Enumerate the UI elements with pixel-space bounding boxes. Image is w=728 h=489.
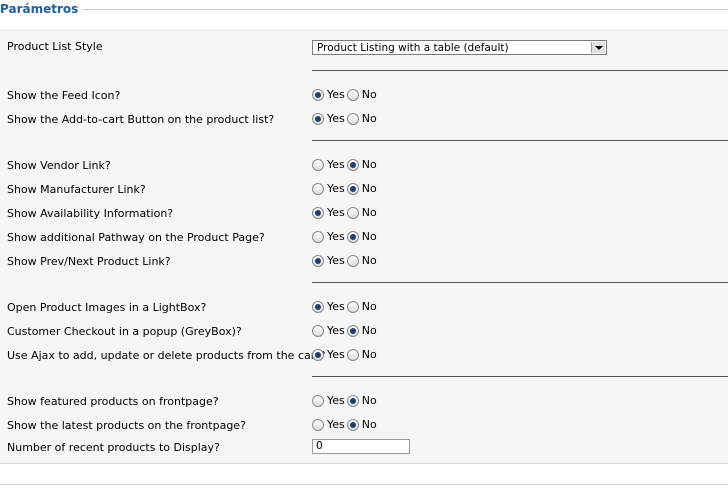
radio-yes[interactable]: [312, 206, 324, 219]
radio-no-label: No: [361, 112, 377, 125]
radio-no[interactable]: [346, 158, 359, 171]
option-label: Customer Checkout in a popup (GreyBox)?: [7, 325, 242, 338]
option-label: Show Manufacturer Link?: [7, 183, 146, 196]
radio-yes[interactable]: [312, 324, 324, 337]
fieldset-legend: Parámetros: [0, 2, 83, 16]
product-list-style-label: Product List Style: [7, 40, 103, 53]
radio-yes[interactable]: [312, 182, 324, 195]
radio-yes[interactable]: [312, 230, 324, 243]
option-row: Show featured products on frontpage? Yes N…: [0, 391, 728, 413]
yes-no-radio-group: Yes No: [312, 88, 379, 101]
yes-no-radio-group: Yes No: [312, 182, 379, 195]
radio-yes[interactable]: [312, 348, 324, 361]
radio-no-label: No: [361, 394, 377, 407]
radio-yes-label: Yes: [327, 300, 345, 313]
radio-no-label: No: [361, 158, 377, 171]
radio-no-label: No: [361, 418, 377, 431]
chevron-down-icon[interactable]: [591, 42, 605, 53]
yes-no-radio-group: Yes No: [312, 324, 379, 337]
radio-no[interactable]: [346, 418, 359, 431]
radio-yes-label: Yes: [327, 112, 345, 125]
radio-yes-label: Yes: [327, 230, 345, 243]
radio-no[interactable]: [346, 88, 359, 101]
section-separator: [312, 140, 728, 141]
radio-no[interactable]: [346, 324, 359, 337]
radio-no-label: No: [361, 182, 377, 195]
radio-yes-label: Yes: [327, 324, 345, 337]
option-row: Show the Feed Icon? Yes No: [0, 85, 728, 107]
radio-yes[interactable]: [312, 254, 324, 267]
radio-yes-label: Yes: [327, 182, 345, 195]
radio-no-label: No: [361, 206, 377, 219]
option-label: Use Ajax to add, update or delete produc…: [7, 349, 326, 362]
yes-no-radio-group: Yes No: [312, 254, 379, 267]
radio-no[interactable]: [346, 254, 359, 267]
yes-no-radio-group: Yes No: [312, 394, 379, 407]
radio-no-label: No: [361, 254, 377, 267]
option-label: Show Vendor Link?: [7, 159, 111, 172]
option-row: Use Ajax to add, update or delete produc…: [0, 345, 728, 367]
option-row: Show Vendor Link? Yes No: [0, 155, 728, 177]
recent-products-input[interactable]: 0: [312, 439, 410, 454]
product-list-style-value: Product Listing with a table (default): [317, 42, 509, 54]
radio-no-label: No: [361, 324, 377, 337]
option-label: Show Prev/Next Product Link?: [7, 255, 171, 268]
yes-no-radio-group: Yes No: [312, 418, 379, 431]
section-separator: [312, 282, 728, 283]
option-row: Show Availability Information? Yes No: [0, 203, 728, 225]
recent-products-label: Number of recent products to Display?: [7, 441, 220, 454]
product-list-style-select[interactable]: Product Listing with a table (default): [312, 40, 607, 55]
fieldset-rule: [74, 9, 728, 10]
radio-no-label: No: [361, 348, 377, 361]
option-label: Open Product Images in a LightBox?: [7, 301, 207, 314]
radio-yes-label: Yes: [327, 394, 345, 407]
radio-yes[interactable]: [312, 418, 324, 431]
radio-yes[interactable]: [312, 158, 324, 171]
radio-no[interactable]: [346, 348, 359, 361]
yes-no-radio-group: Yes No: [312, 348, 379, 361]
radio-no[interactable]: [346, 230, 359, 243]
radio-yes-label: Yes: [327, 418, 345, 431]
option-row: Show additional Pathway on the Product P…: [0, 227, 728, 249]
option-row: Open Product Images in a LightBox? Yes No: [0, 297, 728, 319]
radio-no[interactable]: [346, 112, 359, 125]
radio-yes[interactable]: [312, 394, 324, 407]
option-label: Show the Add-to-cart Button on the produ…: [7, 113, 275, 126]
radio-yes[interactable]: [312, 300, 324, 313]
radio-no[interactable]: [346, 206, 359, 219]
radio-no-label: No: [361, 230, 377, 243]
radio-yes[interactable]: [312, 88, 324, 101]
option-row: Customer Checkout in a popup (GreyBox)? Y…: [0, 321, 728, 343]
yes-no-radio-group: Yes No: [312, 158, 379, 171]
bottom-divider: [0, 484, 728, 485]
radio-no[interactable]: [346, 300, 359, 313]
option-label: Show featured products on frontpage?: [7, 395, 219, 408]
option-row: Show the latest products on the frontpag…: [0, 415, 728, 437]
option-label: Show additional Pathway on the Product P…: [7, 231, 265, 244]
radio-no[interactable]: [346, 182, 359, 195]
option-row: Show the Add-to-cart Button on the produ…: [0, 109, 728, 131]
yes-no-radio-group: Yes No: [312, 206, 379, 219]
radio-yes-label: Yes: [327, 158, 345, 171]
option-label: Show the Feed Icon?: [7, 89, 121, 102]
radio-yes-label: Yes: [327, 206, 345, 219]
section-separator: [312, 70, 728, 71]
radio-no-label: No: [361, 88, 377, 101]
fieldset-header: Parámetros: [0, 0, 728, 20]
yes-no-radio-group: Yes No: [312, 300, 379, 313]
radio-yes-label: Yes: [327, 348, 345, 361]
option-label: Show the latest products on the frontpag…: [7, 419, 246, 432]
option-label: Show Availability Information?: [7, 207, 174, 220]
section-separator: [312, 376, 728, 377]
option-row: Show Prev/Next Product Link? Yes No: [0, 251, 728, 273]
radio-no[interactable]: [346, 394, 359, 407]
radio-yes-label: Yes: [327, 88, 345, 101]
yes-no-radio-group: Yes No: [312, 230, 379, 243]
radio-yes-label: Yes: [327, 254, 345, 267]
yes-no-radio-group: Yes No: [312, 112, 379, 125]
radio-yes[interactable]: [312, 112, 324, 125]
option-row: Show Manufacturer Link? Yes No: [0, 179, 728, 201]
radio-no-label: No: [361, 300, 377, 313]
